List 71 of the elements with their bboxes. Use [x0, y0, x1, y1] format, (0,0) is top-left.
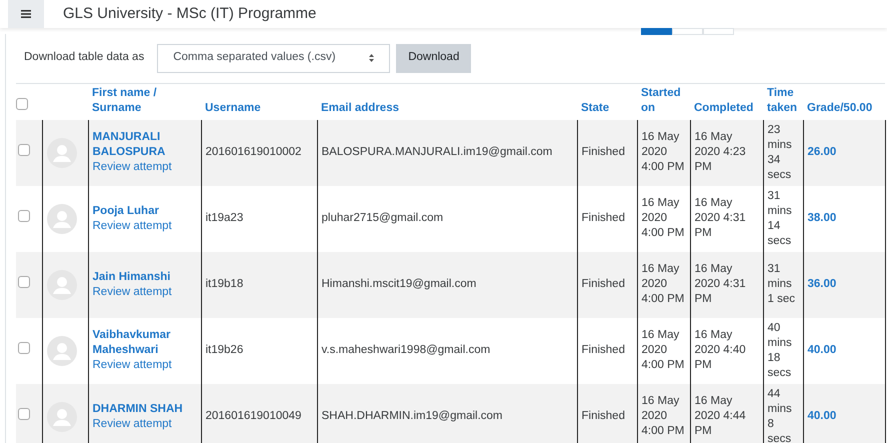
table-cell: it19a23 — [206, 212, 244, 224]
review-attempt-link[interactable]: Review attempt — [92, 416, 196, 432]
table-cell: pluhar2715@gmail.com — [322, 212, 444, 224]
download-label: Download table data as — [24, 50, 144, 66]
review-attempt-link[interactable]: Review attempt — [92, 358, 196, 373]
table-cell: it19b18 — [206, 278, 244, 290]
checkbox[interactable] — [18, 342, 30, 354]
avatar-icon — [46, 138, 76, 168]
grade-link[interactable]: 38.00 — [808, 212, 836, 224]
checkbox[interactable] — [18, 276, 30, 288]
table-cell: 16 May 2020 4:31 PM — [694, 263, 746, 305]
table-cell: Himanshi.mscit19@gmail.com — [322, 278, 476, 290]
review-attempt-link[interactable]: Review attempt — [92, 284, 196, 300]
review-attempt-link[interactable]: Review attempt — [92, 160, 196, 175]
student-name-link[interactable]: DHARMIN SHAH — [92, 402, 196, 416]
table-cell: Finished — [582, 146, 625, 158]
table-cell: 16 May 2020 4:00 PM — [642, 263, 684, 305]
column-header-link[interactable]: Username — [205, 100, 261, 116]
table-cell: 16 May 2020 4:44 PM — [694, 395, 746, 437]
avatar-icon — [46, 402, 76, 432]
table-cell: 40 mins 18 secs — [768, 322, 792, 378]
student-name-link[interactable]: Pooja Luhar — [92, 204, 196, 218]
table-cell: 16 May 2020 4:23 PM — [694, 131, 746, 173]
table-cell: 16 May 2020 4:00 PM — [642, 395, 684, 437]
table-cell: 201601619010049 — [206, 410, 302, 422]
column-header-link[interactable]: First name / Surname — [92, 86, 197, 116]
menu-icon — [21, 10, 31, 18]
checkbox[interactable] — [18, 408, 30, 420]
student-name-link[interactable]: Vaibhavkumar Maheshwari — [92, 328, 196, 358]
review-attempt-link[interactable]: Review attempt — [92, 218, 196, 234]
format-select[interactable]: Comma separated values (.csv) — [157, 44, 390, 72]
page-title: GLS University - MSc (IT) Programme — [63, 4, 316, 24]
checkbox[interactable] — [16, 98, 28, 110]
avatar-icon — [46, 270, 76, 300]
avatar-icon — [46, 204, 76, 234]
table-cell: v.s.maheshwari1998@gmail.com — [322, 344, 490, 356]
column-header-link[interactable]: Email address — [321, 100, 399, 116]
grade-link[interactable]: 36.00 — [808, 278, 836, 290]
table-cell: 201601619010002 — [206, 146, 302, 158]
table-cell: 16 May 2020 4:00 PM — [642, 329, 684, 371]
table-cell: SHAH.DHARMIN.im19@gmail.com — [322, 410, 503, 422]
column-header-link[interactable]: Grade/50.00 — [807, 100, 872, 116]
student-name-link[interactable]: Jain Himanshi — [92, 270, 196, 284]
sort-caret-icon — [369, 54, 374, 62]
table-cell: Finished — [582, 212, 625, 224]
column-header-link[interactable]: Started on — [641, 86, 686, 116]
checkbox[interactable] — [18, 210, 30, 222]
table-cell: 16 May 2020 4:00 PM — [642, 131, 684, 173]
table-cell: 16 May 2020 4:31 PM — [694, 197, 746, 239]
table-cell: 44 mins 8 secs — [768, 388, 792, 443]
grade-link[interactable]: 40.00 — [808, 344, 836, 356]
student-name-link[interactable]: MANJURALI BALOSPURA — [92, 130, 196, 160]
table-cell: BALOSPURA.MANJURALI.im19@gmail.com — [322, 146, 552, 158]
table-cell: it19b26 — [206, 344, 244, 356]
column-header-link[interactable]: State — [581, 100, 610, 116]
table-cell: 31 mins 1 sec — [768, 263, 795, 305]
column-header-link[interactable]: Completed — [694, 100, 754, 116]
table-cell: Finished — [582, 410, 625, 422]
grade-link[interactable]: 40.00 — [808, 410, 836, 422]
table-cell: 16 May 2020 4:40 PM — [694, 329, 746, 371]
table-cell: Finished — [582, 344, 625, 356]
table-cell: 31 mins 14 secs — [768, 190, 792, 246]
avatar-icon — [46, 336, 76, 366]
table-cell: 16 May 2020 4:00 PM — [642, 197, 684, 239]
table-cell: Finished — [582, 278, 625, 290]
menu-button[interactable] — [8, 0, 44, 28]
table-cell: 23 mins 34 secs — [768, 124, 792, 180]
grade-link[interactable]: 26.00 — [808, 146, 836, 158]
download-button[interactable]: Download — [396, 44, 472, 72]
column-header-link[interactable]: Time taken — [767, 86, 799, 116]
checkbox[interactable] — [18, 144, 30, 156]
